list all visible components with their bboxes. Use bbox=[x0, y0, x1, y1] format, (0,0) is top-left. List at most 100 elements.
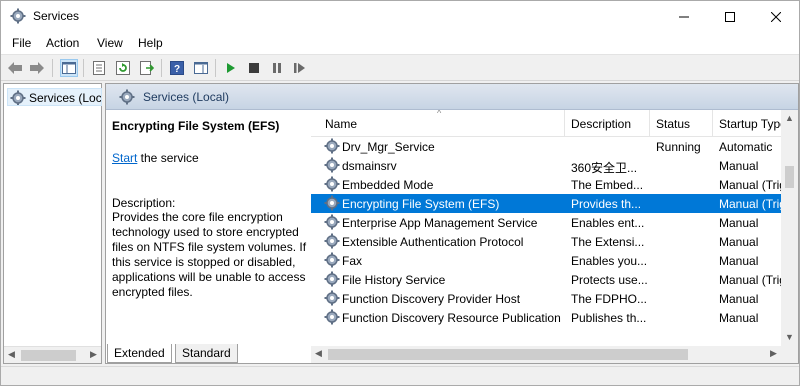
table-row[interactable]: dsmainsrv 360安全卫... Manual bbox=[311, 156, 781, 175]
column-header: ^ Name Description Status Startup Type bbox=[311, 110, 787, 137]
menu-action[interactable]: Action bbox=[46, 36, 79, 50]
service-gear-icon bbox=[324, 290, 340, 309]
status-bar bbox=[1, 366, 799, 385]
menu-view[interactable]: View bbox=[97, 36, 123, 50]
help-icon[interactable]: ? bbox=[168, 59, 186, 77]
toolbar-separator bbox=[83, 59, 84, 77]
cell-description: Enables ent... bbox=[571, 216, 645, 230]
cell-description: Protects use... bbox=[571, 273, 648, 287]
service-gear-icon bbox=[324, 138, 340, 157]
show-hide-tree-icon[interactable] bbox=[60, 59, 78, 77]
show-hide-action-pane-icon[interactable] bbox=[192, 59, 210, 77]
forward-icon[interactable] bbox=[28, 59, 46, 77]
scroll-up-icon[interactable]: ▲ bbox=[785, 113, 794, 123]
table-row[interactable]: Function Discovery Resource Publication P… bbox=[311, 308, 781, 327]
scroll-thumb[interactable] bbox=[21, 350, 76, 361]
start-service-icon[interactable] bbox=[222, 59, 240, 77]
cell-name: Function Discovery Resource Publication bbox=[342, 311, 561, 325]
back-icon[interactable] bbox=[6, 59, 24, 77]
scroll-thumb[interactable] bbox=[785, 166, 794, 188]
start-service-text: Start the service bbox=[112, 151, 199, 165]
table-row[interactable]: Embedded Mode The Embed... Manual (Trig bbox=[311, 175, 783, 195]
services-window: Services File Action View Help ? Service… bbox=[0, 0, 800, 386]
cell-description: Enables you... bbox=[571, 254, 648, 268]
service-gear-icon bbox=[324, 176, 340, 195]
menu-file[interactable]: File bbox=[12, 36, 31, 50]
services-gear-icon bbox=[119, 89, 135, 108]
properties-icon[interactable] bbox=[90, 59, 108, 77]
table-row[interactable]: File History Service Protects use... Manua… bbox=[311, 270, 783, 290]
list-vertical-scrollbar[interactable]: ▲ ▼ bbox=[781, 110, 798, 346]
tree-horizontal-scrollbar[interactable]: ◀ ▶ bbox=[4, 346, 101, 363]
service-gear-icon bbox=[324, 309, 340, 328]
cell-description: The Extensi... bbox=[571, 235, 645, 249]
cell-startup-type: Manual bbox=[719, 216, 759, 230]
column-name[interactable]: Name bbox=[325, 117, 357, 131]
column-divider[interactable] bbox=[649, 110, 650, 137]
close-button[interactable] bbox=[753, 1, 799, 32]
table-row[interactable]: Drv_Mgr_Service Running Automatic bbox=[311, 137, 781, 156]
cell-name: Function Discovery Provider Host bbox=[342, 292, 521, 306]
cell-startup-type: Manual (Trig bbox=[719, 178, 783, 192]
service-gear-icon bbox=[324, 233, 340, 252]
cell-name: Fax bbox=[342, 254, 363, 268]
description-text: Provides the core file encryption techno… bbox=[112, 210, 307, 299]
scroll-right-icon[interactable]: ▶ bbox=[90, 349, 97, 360]
table-row[interactable]: Encrypting File System (EFS) Provides th.… bbox=[311, 194, 783, 214]
cell-startup-type: Manual bbox=[719, 254, 759, 268]
cell-name: File History Service bbox=[342, 273, 446, 287]
refresh-icon[interactable] bbox=[114, 59, 132, 77]
service-gear-icon bbox=[324, 214, 340, 233]
view-tabs: Extended Standard bbox=[105, 344, 799, 364]
minimize-button[interactable] bbox=[661, 1, 707, 32]
menu-help[interactable]: Help bbox=[138, 36, 163, 50]
cell-startup-type: Manual bbox=[719, 292, 759, 306]
tree-item-services-local[interactable]: Services (Loca bbox=[7, 88, 102, 106]
cell-description: Provides th... bbox=[571, 197, 642, 211]
toolbar: ? bbox=[1, 54, 799, 81]
services-list: ^ Name Description Status Startup Type D… bbox=[311, 110, 798, 363]
export-list-icon[interactable] bbox=[138, 59, 156, 77]
tree-item-label: Services (Loca bbox=[29, 91, 102, 105]
cell-name: dsmainsrv bbox=[342, 159, 397, 173]
stop-service-icon[interactable] bbox=[245, 59, 263, 77]
column-status[interactable]: Status bbox=[656, 117, 690, 131]
console-tree: Services (Loca ◀ ▶ bbox=[3, 83, 102, 364]
cell-name: Drv_Mgr_Service bbox=[342, 140, 435, 154]
tab-extended[interactable]: Extended bbox=[107, 344, 172, 363]
cell-startup-type: Manual bbox=[719, 159, 759, 173]
maximize-button[interactable] bbox=[707, 1, 753, 32]
table-row[interactable]: Function Discovery Provider Host The FDPH… bbox=[311, 289, 781, 308]
start-suffix: the service bbox=[137, 151, 199, 165]
selected-service-name: Encrypting File System (EFS) bbox=[112, 119, 280, 133]
cell-description: 360安全卫... bbox=[571, 161, 638, 175]
table-row[interactable]: Fax Enables you... Manual bbox=[311, 251, 781, 270]
column-description[interactable]: Description bbox=[571, 117, 631, 131]
restart-service-icon[interactable] bbox=[291, 59, 309, 77]
toolbar-separator bbox=[161, 59, 162, 77]
column-startup-type[interactable]: Startup Type bbox=[719, 117, 787, 131]
scroll-left-icon[interactable]: ◀ bbox=[8, 349, 15, 360]
pane-header-label: Services (Local) bbox=[143, 90, 230, 104]
toolbar-separator bbox=[52, 59, 53, 77]
column-divider[interactable] bbox=[564, 110, 565, 137]
service-details-panel: Encrypting File System (EFS) Start the s… bbox=[106, 110, 311, 363]
table-row[interactable]: Enterprise App Management Service Enables… bbox=[311, 213, 781, 232]
services-gear-icon bbox=[10, 8, 26, 24]
table-row[interactable]: Extensible Authentication Protocol The Ex… bbox=[311, 232, 781, 251]
services-pane: Services (Local) Encrypting File System … bbox=[105, 83, 799, 364]
pause-service-icon[interactable] bbox=[268, 59, 286, 77]
service-gear-icon bbox=[324, 195, 340, 214]
cell-startup-type: Manual bbox=[719, 311, 759, 325]
cell-name: Enterprise App Management Service bbox=[342, 216, 538, 230]
service-gear-icon bbox=[324, 271, 340, 290]
sort-ascending-icon: ^ bbox=[437, 110, 442, 118]
column-divider[interactable] bbox=[712, 110, 713, 137]
window-title: Services bbox=[33, 9, 80, 23]
services-gear-icon bbox=[10, 90, 26, 105]
cell-description: The Embed... bbox=[571, 178, 644, 192]
start-service-link[interactable]: Start bbox=[112, 151, 137, 165]
cell-name: Encrypting File System (EFS) bbox=[342, 197, 500, 211]
tab-standard[interactable]: Standard bbox=[175, 344, 238, 363]
scroll-down-icon[interactable]: ▼ bbox=[785, 332, 794, 342]
